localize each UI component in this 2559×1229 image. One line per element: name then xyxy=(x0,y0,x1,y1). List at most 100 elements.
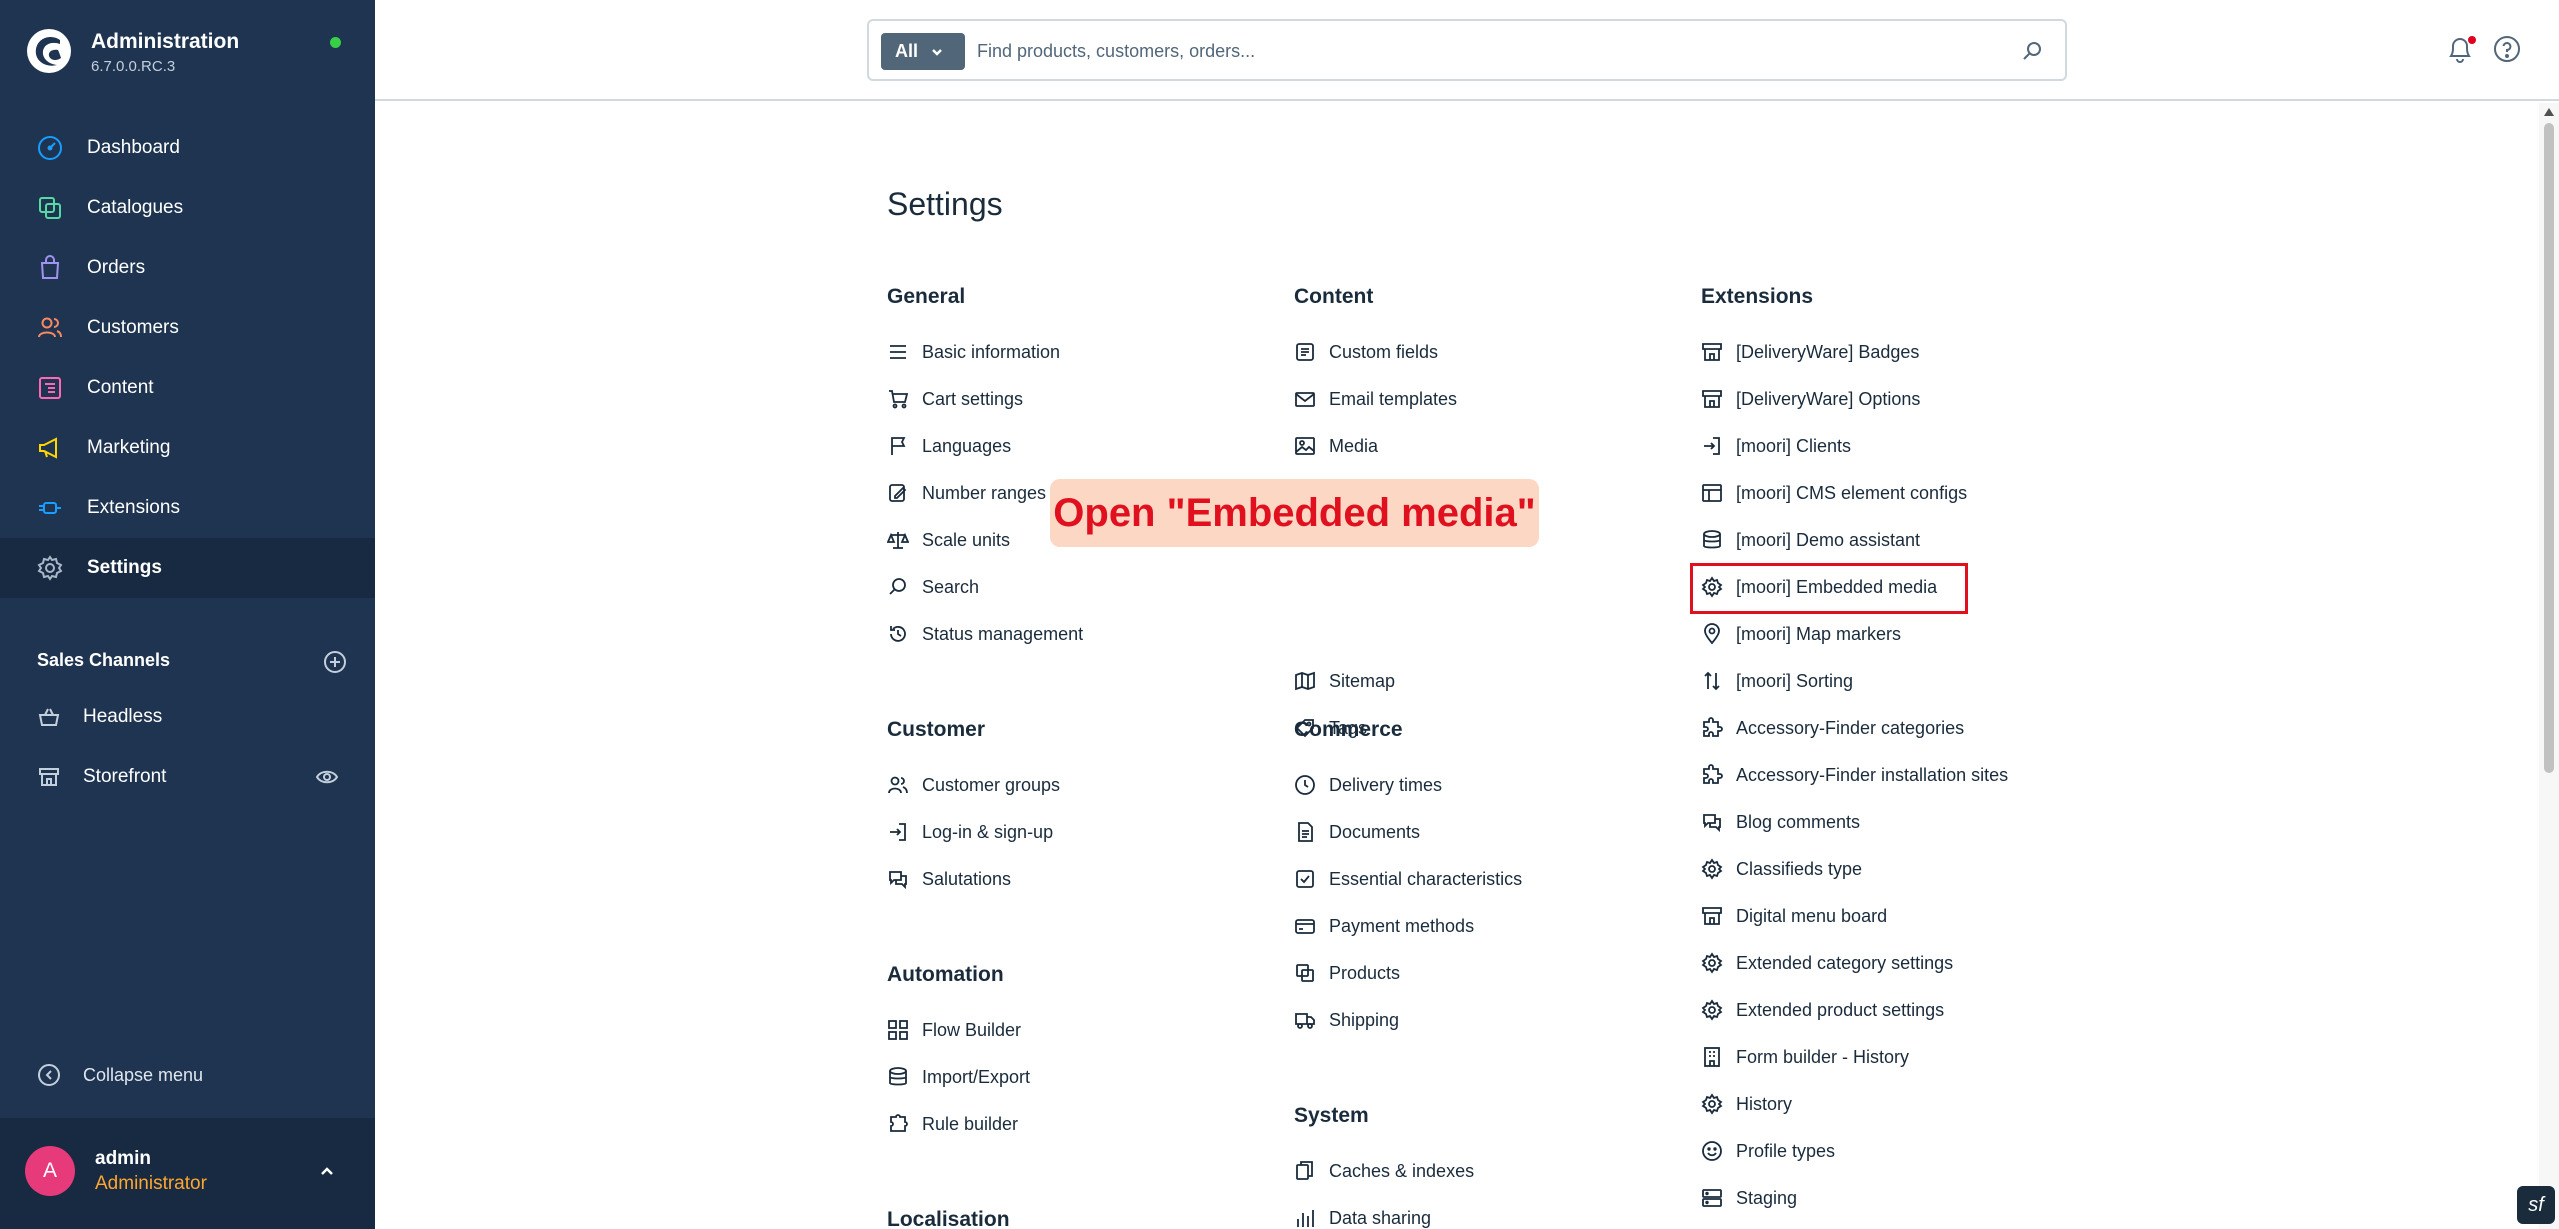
setting-label: [DeliveryWare] Options xyxy=(1736,388,1921,409)
setting-label: Delivery times xyxy=(1329,774,1443,795)
users-icon xyxy=(887,774,909,796)
sales-channel-storefront[interactable]: Storefront xyxy=(0,747,375,807)
search-icon[interactable] xyxy=(2021,39,2045,63)
setting-moori-cms-element-configs[interactable]: [moori] CMS element configs xyxy=(1701,475,1967,511)
setting-label: Number ranges xyxy=(922,482,1047,503)
setting-log-in-sign-up[interactable]: Log-in & sign-up xyxy=(887,814,1053,850)
eye-icon[interactable] xyxy=(315,765,339,789)
help-icon[interactable] xyxy=(2493,35,2521,63)
add-sales-channel-icon[interactable] xyxy=(323,650,347,674)
brand-title: Administration xyxy=(91,30,240,53)
setting-caches-indexes[interactable]: Caches & indexes xyxy=(1294,1153,1474,1189)
setting-import-export[interactable]: Import/Export xyxy=(887,1059,1030,1095)
setting-label: Search xyxy=(922,576,980,597)
products-icon xyxy=(1294,962,1316,984)
setting-moori-demo-assistant[interactable]: [moori] Demo assistant xyxy=(1701,522,1920,558)
scrollbar-thumb[interactable] xyxy=(2544,123,2554,773)
chat-icon xyxy=(887,868,909,890)
nav-item-catalogues[interactable]: Catalogues xyxy=(0,178,375,238)
setting-label: Languages xyxy=(922,435,1012,456)
chevron-down-icon xyxy=(932,48,942,56)
nav-item-settings[interactable]: Settings xyxy=(0,538,375,598)
setting-deliveryware-options[interactable]: [DeliveryWare] Options xyxy=(1701,381,1920,417)
layout-icon xyxy=(1701,482,1723,504)
setting-sitemap[interactable]: Sitemap xyxy=(1294,663,1395,699)
collapse-menu-button[interactable]: Collapse menu xyxy=(37,1063,203,1087)
setting-basic-information[interactable]: Basic information xyxy=(887,334,1060,370)
setting-label: Scale units xyxy=(922,529,1011,550)
search-type-dropdown[interactable]: All xyxy=(881,33,965,70)
setting-custom-fields[interactable]: Custom fields xyxy=(1294,334,1438,370)
brand[interactable]: Administration 6.7.0.0.RC.3 xyxy=(26,26,356,82)
group-title-content: Content xyxy=(1294,285,1374,308)
setting-profile-types[interactable]: Profile types xyxy=(1701,1133,1835,1169)
building-icon xyxy=(1701,1046,1723,1068)
nav-item-extensions[interactable]: Extensions xyxy=(0,478,375,538)
setting-salutations[interactable]: Salutations xyxy=(887,861,1011,897)
setting-customer-groups[interactable]: Customer groups xyxy=(887,767,1060,803)
nav-item-customers[interactable]: Customers xyxy=(0,298,375,358)
sales-channel-headless[interactable]: Headless xyxy=(0,687,375,747)
setting-languages[interactable]: Languages xyxy=(887,428,1011,464)
setting-products[interactable]: Products xyxy=(1294,955,1400,991)
nav-label: Orders xyxy=(87,257,146,278)
puzzle-piece-icon xyxy=(1701,764,1723,786)
setting-essential-characteristics[interactable]: Essential characteristics xyxy=(1294,861,1522,897)
setting-moori-sorting[interactable]: [moori] Sorting xyxy=(1701,663,1853,699)
setting-accessory-finder-installation-sites[interactable]: Accessory-Finder installation sites xyxy=(1701,757,2008,793)
user-menu[interactable]: A admin Administrator xyxy=(0,1118,375,1229)
nav-item-dashboard[interactable]: Dashboard xyxy=(0,118,375,178)
group-title-automation: Automation xyxy=(887,963,1004,986)
scale-icon xyxy=(887,529,909,551)
setting-extended-product-settings[interactable]: Extended product settings xyxy=(1701,992,1944,1028)
setting-status-management[interactable]: Status management xyxy=(887,616,1083,652)
scrollbar[interactable] xyxy=(2539,103,2559,1229)
setting-blog-comments[interactable]: Blog comments xyxy=(1701,804,1860,840)
catalogue-icon xyxy=(36,194,64,222)
group-title-system: System xyxy=(1294,1104,1369,1127)
setting-number-ranges[interactable]: Number ranges xyxy=(887,475,1046,511)
flag-icon xyxy=(887,435,909,457)
setting-email-templates[interactable]: Email templates xyxy=(1294,381,1457,417)
setting-staging[interactable]: Staging xyxy=(1701,1180,1797,1216)
database-icon xyxy=(1701,529,1723,551)
history-icon xyxy=(887,623,909,645)
sidebar: Administration 6.7.0.0.RC.3 Dashboard Ca… xyxy=(0,0,375,1229)
setting-flow-builder[interactable]: Flow Builder xyxy=(887,1012,1021,1048)
setting-scale-units[interactable]: Scale units xyxy=(887,522,1010,558)
setting-search[interactable]: Search xyxy=(887,569,979,605)
setting-rule-builder[interactable]: Rule builder xyxy=(887,1106,1018,1142)
setting-moori-clients[interactable]: [moori] Clients xyxy=(1701,428,1851,464)
envelope-icon xyxy=(1294,388,1316,410)
setting-media[interactable]: Media xyxy=(1294,428,1378,464)
nav-item-orders[interactable]: Orders xyxy=(0,238,375,298)
setting-classifieds-type[interactable]: Classifieds type xyxy=(1701,851,1862,887)
nav-item-content[interactable]: Content xyxy=(0,358,375,418)
setting-digital-menu-board[interactable]: Digital menu board xyxy=(1701,898,1887,934)
setting-documents[interactable]: Documents xyxy=(1294,814,1420,850)
basket-icon xyxy=(37,705,61,729)
scroll-up-arrow-icon[interactable] xyxy=(2543,107,2555,117)
setting-deliveryware-badges[interactable]: [DeliveryWare] Badges xyxy=(1701,334,1919,370)
search-input[interactable] xyxy=(977,31,1977,71)
form-icon xyxy=(1294,341,1316,363)
setting-form-builder-history[interactable]: Form builder - History xyxy=(1701,1039,1909,1075)
setting-payment-methods[interactable]: Payment methods xyxy=(1294,908,1474,944)
user-name: admin xyxy=(95,1148,151,1169)
symfony-toolbar-icon[interactable]: sf xyxy=(2517,1186,2555,1224)
database-icon xyxy=(887,1066,909,1088)
setting-data-sharing[interactable]: Data sharing xyxy=(1294,1200,1431,1229)
setting-accessory-finder-categories[interactable]: Accessory-Finder categories xyxy=(1701,710,1964,746)
flow-icon xyxy=(887,1019,909,1041)
setting-label: Accessory-Finder installation sites xyxy=(1736,764,2009,785)
nav-item-marketing[interactable]: Marketing xyxy=(0,418,375,478)
setting-shipping[interactable]: Shipping xyxy=(1294,1002,1399,1038)
collapse-icon xyxy=(38,1064,60,1086)
setting-delivery-times[interactable]: Delivery times xyxy=(1294,767,1442,803)
setting-moori-map-markers[interactable]: [moori] Map markers xyxy=(1701,616,1901,652)
setting-cart-settings[interactable]: Cart settings xyxy=(887,381,1023,417)
setting-history[interactable]: History xyxy=(1701,1086,1792,1122)
shopware-logo-icon xyxy=(27,29,71,73)
setting-extended-category-settings[interactable]: Extended category settings xyxy=(1701,945,1953,981)
global-search: All xyxy=(867,19,2067,81)
